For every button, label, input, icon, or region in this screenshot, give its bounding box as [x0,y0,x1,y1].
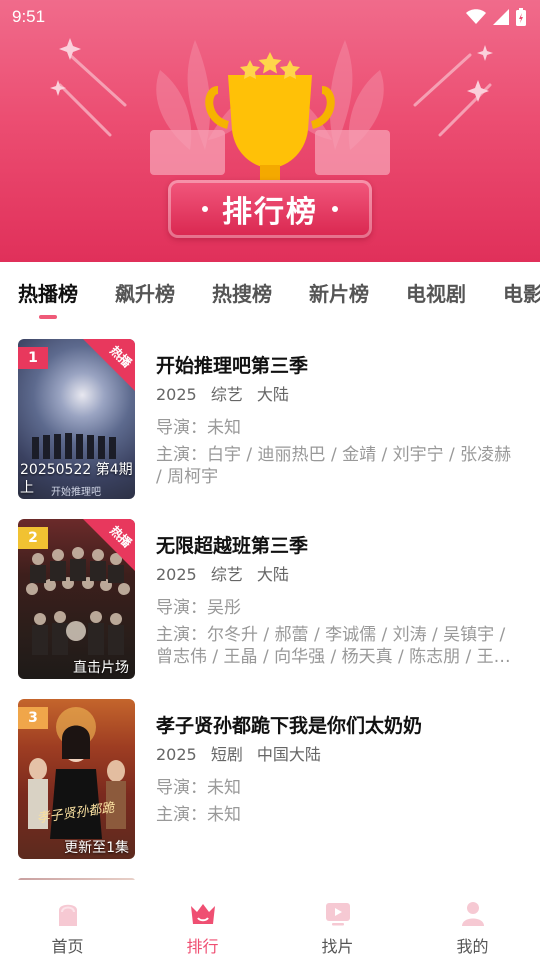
item-meta: 2025 综艺 大陆 [156,561,298,585]
bottom-navigation: 首页 排行 找片 我的 [0,880,540,960]
poster-caption: 更新至1集 [64,840,129,856]
user-icon [461,902,484,926]
nav-discover[interactable]: 找片 [270,880,405,960]
item-region: 中国大陆 [256,745,321,764]
item-year: 2025 [156,565,197,584]
item-genre: 短剧 [210,745,243,764]
signal-icon [493,9,509,25]
poster-caption: 直击片场 [73,660,129,676]
nav-profile-label: 我的 [456,937,489,956]
item-title[interactable]: 孝子贤孙都跪下我是你们太奶奶 [156,711,526,738]
ranking-list: 开始推理吧 1 热播 20250522 第4期上 开始推理吧第三季 2025 综… [0,322,540,880]
tab-rising[interactable]: 飙升榜 [115,278,175,307]
poster-image[interactable]: 孝子贤孙都跪 3 更新至1集 [18,699,135,859]
item-meta: 2025 综艺 大陆 [156,381,298,405]
battery-icon [516,8,526,26]
ranking-banner: 9:51 排行榜 [0,0,540,262]
item-title[interactable]: 无限超越班第三季 [156,531,526,558]
list-item[interactable]: 2 热播 直击片场 无限超越班第三季 2025 综艺 大陆 导演：吴彤 主演：尔… [0,519,540,681]
nav-discover-label: 找片 [321,937,354,956]
poster-caption: 20250522 第4期上 [20,462,133,496]
crown-icon [190,904,215,924]
tab-hot-play[interactable]: 热播榜 [18,278,78,319]
rank-badge: 1 [18,347,48,369]
rank-badge: 3 [18,707,48,729]
banner-title: 排行榜 [222,195,318,230]
nav-profile[interactable]: 我的 [405,880,540,960]
item-meta: 2025 短剧 中国大陆 [156,741,330,765]
item-director: 导演：吴彤 [156,598,241,618]
tab-hot-search[interactable]: 热搜榜 [212,278,272,307]
video-icon [325,903,350,926]
tab-movie[interactable]: 电影 [503,278,540,307]
item-cast: 主演：白宇 / 迪丽热巴 / 金靖 / 刘宇宁 / 张凌赫 / 周柯宇 [156,445,512,487]
tab-new[interactable]: 新片榜 [309,278,369,307]
title-dot-left [202,206,208,212]
wifi-icon [466,9,486,24]
item-cast: 主演：未知 [156,805,241,825]
home-icon [58,904,77,926]
status-icons [466,8,526,26]
rank-badge: 2 [18,527,48,549]
status-time: 9:51 [12,7,46,26]
item-genre: 综艺 [210,565,243,584]
banner-title-plate: 排行榜 [168,180,372,238]
nav-home-label: 首页 [51,937,84,956]
item-title[interactable]: 开始推理吧第三季 [156,351,526,378]
ranking-tabs: 热播榜 飙升榜 热搜榜 新片榜 电视剧 电影 [0,262,540,322]
poster-image[interactable]: 2 热播 直击片场 [18,519,135,679]
item-cast: 主演：尔冬升 / 郝蕾 / 李诚儒 / 刘涛 / 吴镇宇 / 曾志伟 / 王晶 … [156,625,511,667]
nav-ranking[interactable]: 排行 [135,880,270,960]
nav-home[interactable]: 首页 [0,880,135,960]
item-director: 导演：未知 [156,418,241,438]
poster-image[interactable]: 开始推理吧 1 热播 20250522 第4期上 [18,339,135,499]
list-item[interactable]: 开始推理吧 1 热播 20250522 第4期上 开始推理吧第三季 2025 综… [0,339,540,501]
item-year: 2025 [156,385,197,404]
item-year: 2025 [156,745,197,764]
tab-tv-series[interactable]: 电视剧 [406,278,466,307]
item-region: 大陆 [256,385,289,404]
item-region: 大陆 [256,565,289,584]
nav-ranking-label: 排行 [186,937,219,956]
status-bar: 9:51 [0,0,540,34]
title-dot-right [332,206,338,212]
list-item[interactable]: 孝子贤孙都跪 3 更新至1集 孝子贤孙都跪下我是你们太奶奶 2025 短剧 中国… [0,699,540,861]
item-director: 导演：未知 [156,778,241,798]
item-genre: 综艺 [210,385,243,404]
